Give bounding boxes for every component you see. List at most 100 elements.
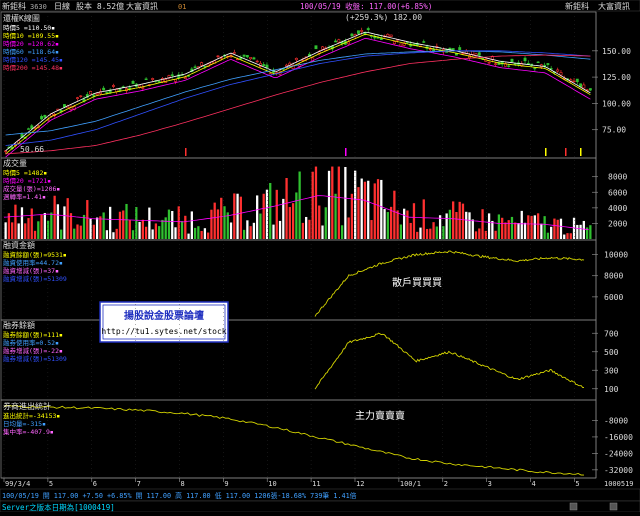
volume-bar [520, 210, 523, 239]
volume-bar [507, 220, 510, 239]
volume-bar [46, 220, 50, 239]
legend-ma60: 時價60 =118.64▪ [3, 47, 59, 56]
x-tick-label: 8 [180, 480, 184, 488]
volume-bar [164, 217, 167, 239]
candle-body [174, 79, 177, 82]
volume-bar [125, 203, 128, 239]
candle-body [399, 43, 403, 47]
volume-bar [89, 218, 92, 239]
legend-vol5: 時價5 =1482▪ [3, 168, 47, 177]
volume-bar [207, 232, 210, 239]
volume-bar [376, 179, 380, 239]
volume-bar [556, 219, 559, 239]
margin-panel-title: 融資金額 [3, 240, 35, 250]
volume-bar [278, 220, 282, 239]
candle-body [252, 57, 256, 60]
legend-short-change2: 融券增減(張)=51309 [3, 354, 67, 363]
candle-body [494, 63, 498, 65]
volume-bar [233, 193, 236, 239]
volume-bar [360, 178, 363, 239]
volume-bar [14, 204, 17, 239]
volume-bar [43, 212, 46, 239]
volume-bar [213, 202, 216, 239]
volume-bar [373, 183, 376, 239]
candle-body [347, 41, 351, 45]
volume-bar [540, 223, 543, 239]
volume-bar [347, 217, 350, 239]
legend-margin-balance: 融資餘額(張)=9531▪ [3, 250, 67, 259]
candle-body [428, 48, 432, 51]
volume-bar [115, 228, 118, 239]
volume-bar [128, 220, 131, 239]
volume-bar [265, 189, 269, 239]
volume-bar [76, 224, 79, 239]
candle-body [43, 114, 47, 118]
short-y-tick-label: 100 [604, 385, 619, 394]
legend-margin-usage: 融資使用率=44.72▪ [3, 258, 63, 267]
volume-bar [327, 170, 331, 239]
x-tick-label: 3 [488, 480, 492, 488]
short-panel-title: 融券餘額 [3, 320, 35, 330]
volume-bar [99, 216, 102, 239]
volume-bar [73, 228, 76, 239]
volume-bar [242, 229, 246, 239]
period[interactable]: 日線 [54, 1, 70, 11]
candle-body [95, 92, 99, 95]
volume-y-tick-label: 2000 [608, 219, 627, 228]
chart-canvas[interactable]: 新鉅科 3630 日線 股本 8.52億 大富資訊 01 100/05/19 收… [0, 0, 640, 513]
volume-bar [409, 222, 412, 239]
candle-body [76, 97, 79, 99]
scroll-button-left[interactable] [569, 502, 578, 511]
x-tick-label: 9 [224, 480, 228, 488]
volume-bar [203, 228, 207, 239]
volume-bar [40, 214, 43, 239]
legend-net-flow: 進出統計=-34153▪ [3, 411, 60, 420]
volume-bar [30, 208, 33, 239]
scroll-button-right[interactable] [609, 502, 618, 511]
volume-bar [50, 212, 53, 239]
legend-ma10: 時價10 =109.55▪ [3, 31, 59, 40]
candle-body [27, 128, 30, 130]
volume-bar [487, 213, 491, 239]
volume-bar [66, 198, 69, 239]
candle-body [105, 91, 109, 94]
peak-label: (+259.3%) 182.00 [345, 13, 422, 22]
legend-short-usage: 融券使用率=0.52▪ [3, 338, 59, 347]
retail-buy-annotation: 散戶買買買 [392, 276, 442, 289]
volume-bar [138, 221, 141, 239]
x-tick-label: 100/1 [400, 480, 421, 488]
header-bar: 新鉅科 3630 日線 股本 8.52億 大富資訊 01 100/05/19 收… [0, 0, 640, 12]
server-version: Server之版本日期為[1000419] [2, 502, 115, 512]
volume-bar [305, 216, 308, 239]
volume-bar [63, 206, 66, 239]
candle-body [4, 150, 8, 152]
volume-bar [275, 189, 278, 239]
volume-bar [393, 190, 396, 239]
legend-margin-change: 融資增減(張)=37▪ [3, 266, 59, 275]
volume-bar [193, 227, 197, 239]
x-tick-label: 6 [93, 480, 97, 488]
candle-body [572, 80, 576, 83]
volume-bar [252, 222, 256, 239]
event-marker [565, 148, 567, 156]
watermark-url: http://tu1.sytes.net/stock [101, 327, 226, 336]
volume-bar [559, 218, 563, 239]
volume-y-tick-label: 4000 [608, 204, 627, 213]
volume-bar [334, 193, 337, 239]
volume-bar [131, 230, 135, 239]
volume-bar [501, 217, 504, 239]
volume-bar [314, 166, 318, 239]
candle-body [242, 54, 246, 57]
volume-bar [481, 209, 484, 239]
candle-body [389, 34, 393, 37]
volume-bar [229, 222, 233, 239]
volume-bar [406, 210, 409, 239]
candle-body [265, 64, 269, 69]
volume-bar [530, 215, 533, 239]
candle-body [432, 49, 436, 52]
x-tick-label: 2 [444, 480, 448, 488]
volume-bar [151, 229, 154, 239]
candle-body [79, 95, 83, 97]
candle-body [556, 69, 560, 72]
volume-bar [337, 166, 340, 239]
